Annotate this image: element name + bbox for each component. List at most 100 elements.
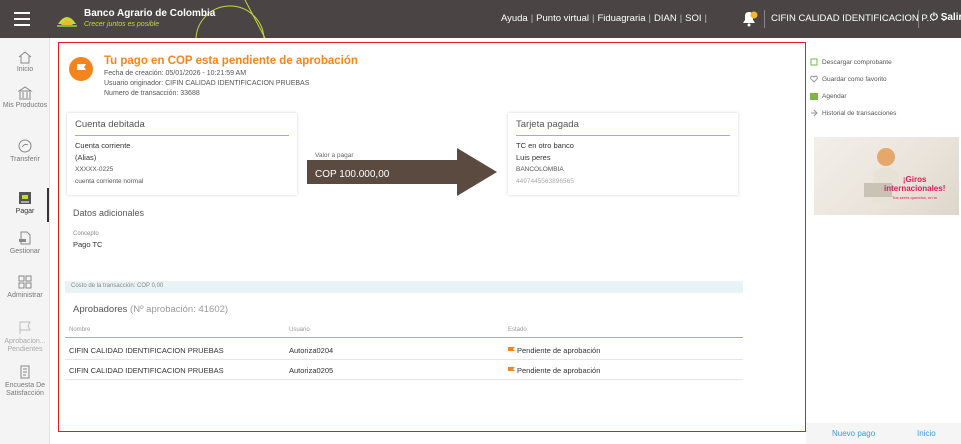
nav-label: Mis Productos	[2, 102, 48, 109]
card-holder: Luis peres	[516, 153, 551, 162]
nav-item-transferir[interactable]: Transferir	[0, 138, 50, 164]
decorative-arcs	[195, 0, 266, 38]
account-alias: (Alias)	[75, 153, 97, 162]
account-number: XXXXX-0225	[75, 166, 114, 173]
nav-item-administrar[interactable]: Administrar	[0, 274, 50, 300]
concept-value: Pago TC	[73, 240, 103, 249]
action-label: Descargar comprobante	[822, 59, 892, 66]
column-header-nombre: Nombre	[69, 327, 91, 333]
flag-icon	[508, 367, 515, 374]
top-bar: Banco Agrario de Colombia Crecer juntos …	[0, 0, 961, 38]
bank-logo[interactable]: Banco Agrario de Colombia Crecer juntos …	[56, 6, 215, 34]
transaction-cost: Costo de la transacción: COP 0,00	[71, 283, 164, 289]
nav-label: Pagar	[15, 208, 35, 215]
link-ayuda[interactable]: Ayuda	[501, 13, 528, 24]
action-label: Historial de transacciones	[822, 110, 897, 117]
card-type: TC en otro banco	[516, 141, 574, 150]
schedule-link[interactable]: Agendar	[810, 92, 847, 100]
nav-item-encuesta[interactable]: Encuesta De Satisfacción	[0, 364, 50, 398]
divider	[918, 10, 919, 28]
payment-detail-panel: Tu pago en COP esta pendiente de aprobac…	[58, 42, 806, 432]
link-dian[interactable]: DIAN	[654, 13, 677, 24]
link-punto-virtual[interactable]: Punto virtual	[536, 13, 589, 24]
side-nav: Inicio Mis Productos Transferir Pagar Ge…	[0, 38, 50, 444]
transaction-number: Numero de transacción: 33688	[104, 90, 200, 97]
top-links: Ayuda | Punto virtual | Fiduagraria | DIAN | SOI…	[500, 13, 707, 24]
status-text: Pendiente de aprobación	[517, 366, 601, 375]
transfer-icon	[18, 139, 32, 153]
person-illustration	[864, 148, 900, 203]
originator-user: Usuario originador: CIFIN CALIDAD IDENTI…	[104, 80, 310, 87]
download-receipt-link[interactable]: Descargar comprobante	[810, 58, 892, 66]
link-soi[interactable]: SOI	[685, 13, 701, 24]
footer-actions: Nuevo pago Inicio	[806, 423, 961, 444]
download-icon	[810, 58, 818, 66]
status-text: Pendiente de aprobación	[517, 346, 601, 355]
nav-item-gestionar[interactable]: Gestionar	[0, 230, 50, 256]
nav-label: Encuesta De Satisfacción	[4, 382, 46, 397]
flag-icon	[19, 321, 31, 334]
card-title: Tarjeta pagada	[516, 119, 579, 130]
table-row: CIFIN CALIDAD IDENTIFICACION PRUEBAS Aut…	[65, 341, 743, 360]
approval-number: (Nº aprobación: 41602)	[130, 304, 229, 315]
pending-status-icon	[69, 57, 93, 81]
manage-document-icon	[19, 231, 31, 245]
approver-name: CIFIN CALIDAD IDENTIFICACION PRUEBAS	[69, 346, 224, 355]
home-icon	[18, 51, 32, 64]
action-label: Agendar	[822, 93, 847, 100]
table-row: CIFIN CALIDAD IDENTIFICACION PRUEBAS Aut…	[65, 361, 743, 380]
additional-data-title: Datos adicionales	[73, 208, 145, 218]
approver-user: Autoriza0204	[289, 346, 334, 355]
heart-icon	[810, 75, 818, 83]
promo-headline: ¡Giros internacionales!	[884, 175, 945, 193]
promo-banner[interactable]: ¡Giros internacionales! Tus seres querido…	[814, 137, 959, 215]
nav-item-pagar[interactable]: Pagar	[0, 188, 50, 222]
company-name: CIFIN CALIDAD IDENTIFICACION P...	[771, 13, 935, 24]
promo-headline-line-2: internacionales!	[884, 184, 946, 193]
bank-icon	[17, 86, 33, 100]
nav-label: Administrar	[7, 292, 43, 299]
logout-label: Salir	[940, 12, 961, 23]
home-link[interactable]: Inicio	[917, 429, 936, 438]
nav-item-aprobaciones-pendientes[interactable]: Aprobacion... Pendientes	[0, 320, 50, 354]
approver-user: Autoriza0205	[289, 366, 334, 375]
action-label: Guardar como favorito	[822, 76, 887, 83]
logout-button[interactable]: ⏻ Salir	[930, 12, 961, 23]
grid-icon	[18, 275, 32, 289]
card-title: Cuenta debitada	[75, 119, 145, 130]
history-icon	[811, 109, 818, 117]
promo-headline-line-1: ¡Giros	[902, 175, 927, 184]
column-header-estado: Estado	[508, 327, 527, 333]
approvers-table-header: Nombre Usuario Estado	[65, 324, 743, 338]
approvers-title: Aprobadores (Nº aprobación: 41602)	[73, 304, 228, 315]
bank-name: Banco Agrario de Colombia	[84, 8, 216, 19]
approvers-label: Aprobadores	[73, 304, 128, 315]
menu-icon[interactable]	[14, 12, 30, 26]
card-number: 4497445563896565	[516, 178, 574, 185]
nav-item-mis-productos[interactable]: Mis Productos	[0, 86, 50, 110]
logo-sun-icon	[57, 17, 77, 27]
nav-label: Aprobacion... Pendientes	[4, 338, 46, 353]
nav-label: Gestionar	[9, 248, 41, 255]
approval-status: Pendiente de aprobación	[508, 346, 600, 355]
save-favorite-link[interactable]: Guardar como favorito	[810, 75, 887, 83]
link-fiduagraria[interactable]: Fiduagraria	[597, 13, 645, 24]
notification-bell-icon[interactable]	[740, 10, 758, 28]
approval-status: Pendiente de aprobación	[508, 366, 600, 375]
payment-icon	[19, 192, 31, 204]
transaction-history-link[interactable]: Historial de transacciones	[810, 109, 896, 117]
new-payment-link[interactable]: Nuevo pago	[832, 429, 875, 438]
page-title: Tu pago en COP esta pendiente de aprobac…	[104, 55, 358, 67]
power-icon: ⏻	[930, 12, 938, 23]
nav-label: Inicio	[16, 66, 34, 73]
flag-icon	[508, 347, 515, 354]
company-selector[interactable]: CIFIN CALIDAD IDENTIFICACION P... ⌄	[771, 13, 947, 24]
amount-label: Valor a pagar	[315, 152, 354, 159]
promo-subtext: Tus seres queridos, en tu	[892, 195, 937, 200]
transaction-cost-bar: Costo de la transacción: COP 0,00	[65, 281, 743, 293]
account-type: Cuenta corriente	[75, 141, 131, 150]
payment-amount: COP 100.000,00	[315, 169, 390, 180]
right-panel: Descargar comprobante Guardar como favor…	[806, 38, 961, 444]
paid-card-card: Tarjeta pagada TC en otro banco Luis per…	[508, 113, 738, 195]
nav-item-inicio[interactable]: Inicio	[0, 50, 50, 74]
